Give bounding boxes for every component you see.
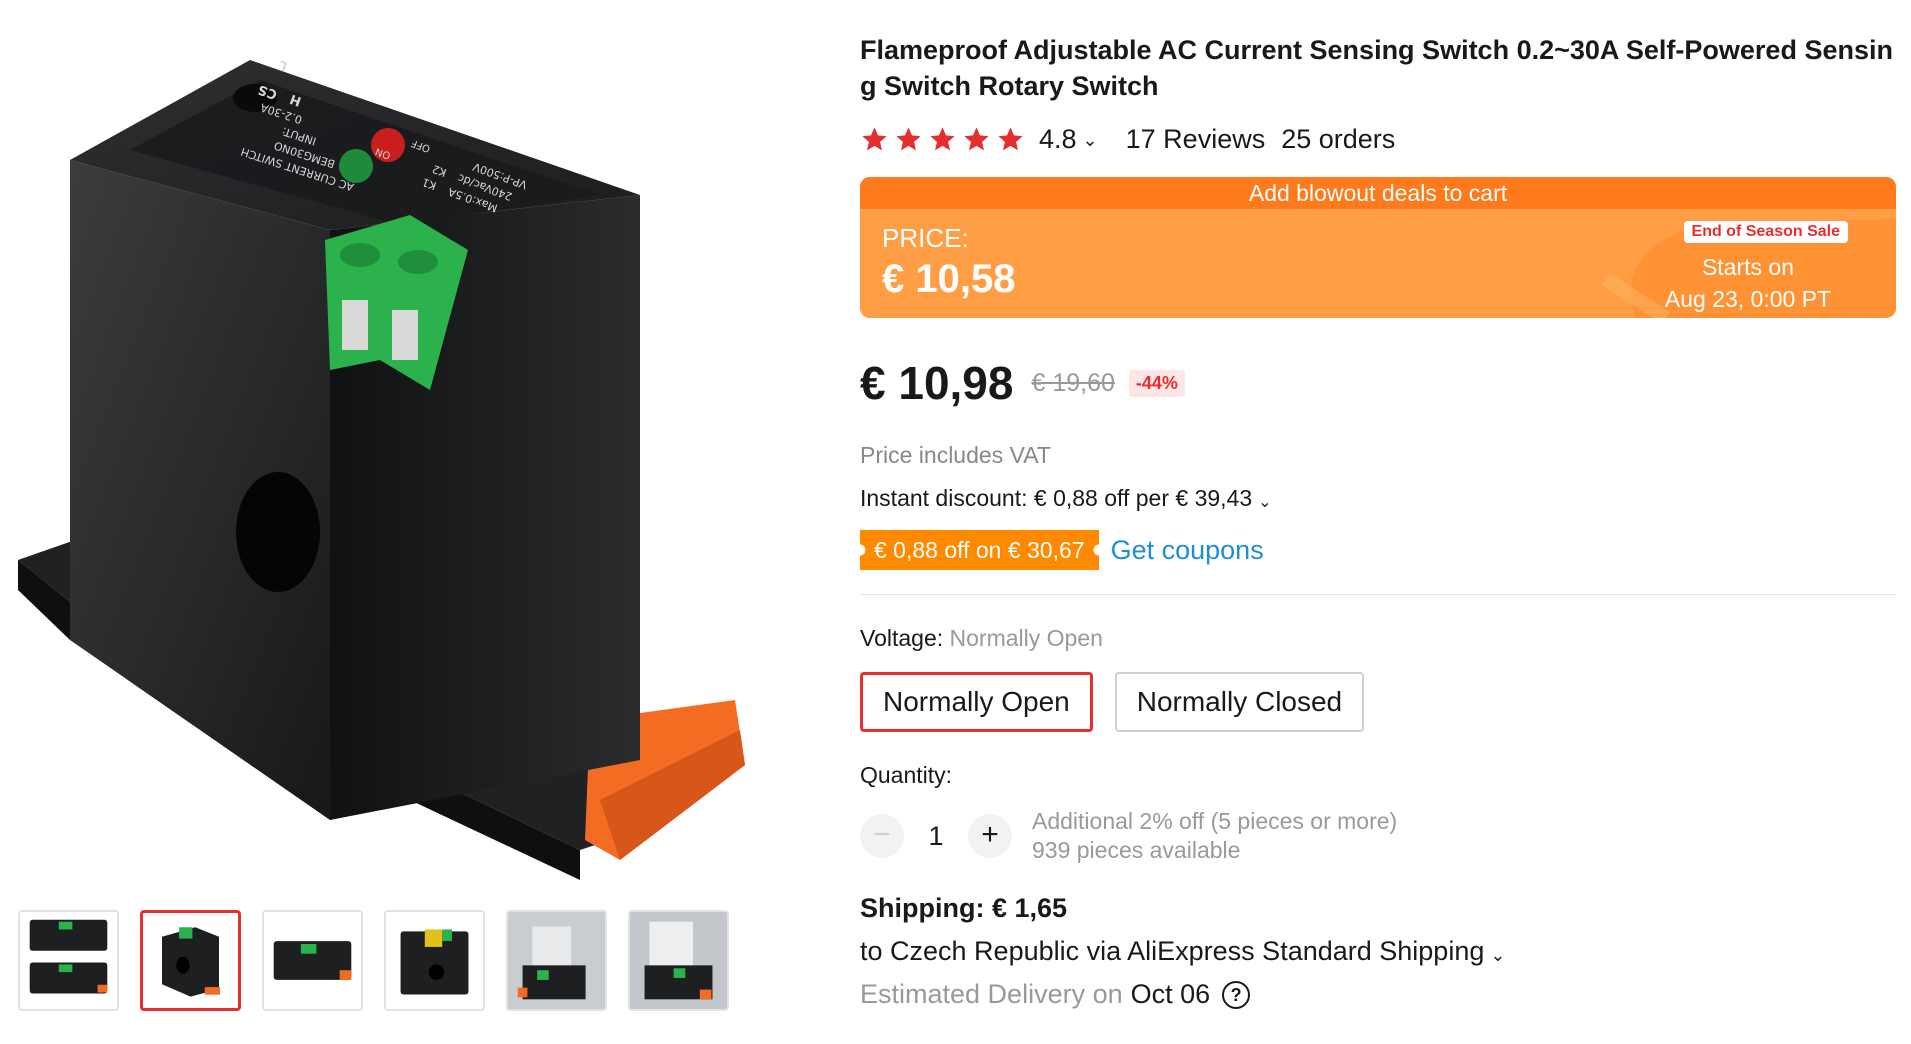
price-row: € 10,98 € 19,60 -44%: [860, 356, 1900, 410]
divider: [860, 594, 1896, 595]
sale-starts-label: Starts on: [1701, 254, 1795, 280]
discount-badge: -44%: [1128, 369, 1185, 397]
quantity-stepper: − 1 + Additional 2% off (5 pieces or mor…: [860, 807, 1900, 865]
chevron-down-icon[interactable]: ⌄: [1258, 494, 1271, 511]
estimated-delivery: Estimated Delivery on Oct 06 ?: [860, 979, 1900, 1010]
quantity-input[interactable]: 1: [904, 821, 968, 852]
estimated-delivery-label: Estimated Delivery on: [860, 979, 1123, 1009]
voltage-selected-value: Normally Open: [949, 625, 1103, 651]
coupon-tag[interactable]: € 0,88 off on € 30,67: [860, 530, 1099, 570]
thumbnail-4[interactable]: [384, 910, 485, 1011]
coupon-row: € 0,88 off on € 30,67 Get coupons: [860, 530, 1900, 570]
estimated-delivery-date: Oct 06: [1130, 979, 1211, 1009]
instant-discount-text: Instant discount: € 0,88 off per € 39,43: [860, 485, 1253, 511]
vat-note: Price includes VAT: [860, 442, 1051, 468]
rating-value[interactable]: 4.8: [1039, 124, 1077, 155]
thumbnail-3[interactable]: [262, 910, 363, 1011]
rating-row: 4.8 ⌄ 17 Reviews 25 orders: [860, 124, 1900, 155]
voltage-label-text: Voltage:: [860, 625, 944, 651]
voltage-options: Normally Open Normally Closed: [860, 672, 1900, 732]
star-rating[interactable]: [860, 125, 1025, 154]
star-icon: [998, 127, 1023, 151]
star-icon: [964, 127, 989, 151]
main-product-image[interactable]: AC CURRENT SWITCH BEMG30NO INPUT: 0.2-30…: [0, 0, 820, 880]
instant-discount[interactable]: Instant discount: € 0,88 off per € 39,43…: [860, 485, 1900, 512]
thumbnail-1[interactable]: [18, 910, 119, 1011]
voltage-label: Voltage: Normally Open: [860, 625, 1900, 652]
reviews-link[interactable]: 17 Reviews: [1126, 124, 1266, 155]
product-title: Flameproof Adjustable AC Current Sensing…: [860, 35, 1893, 101]
sale-starts-date: Aug 23, 0:00 PT: [1664, 286, 1832, 312]
star-icon: [896, 127, 921, 151]
shipping-cost: Shipping: € 1,65: [860, 893, 1068, 923]
quantity-notes: Additional 2% off (5 pieces or more) 939…: [1032, 807, 1397, 865]
star-icon: [930, 127, 955, 151]
star-icon: [862, 127, 887, 151]
thumbnail-5[interactable]: [506, 910, 607, 1011]
shipping-route-text: to Czech Republic via AliExpress Standar…: [860, 936, 1485, 966]
device-label-l: L: [277, 57, 290, 74]
current-price: € 10,98: [860, 357, 1014, 409]
chevron-down-icon[interactable]: ⌄: [1490, 945, 1505, 965]
product-info: Flameproof Adjustable AC Current Sensing…: [860, 32, 1900, 1010]
sale-start-time: Starts on Aug 23, 0:00 PT: [1648, 251, 1848, 315]
increase-quantity-button[interactable]: +: [968, 814, 1012, 858]
option-normally-closed[interactable]: Normally Closed: [1114, 672, 1365, 732]
option-normally-open[interactable]: Normally Open: [860, 672, 1093, 732]
stock-available: 939 pieces available: [1032, 837, 1241, 863]
sale-badge: End of Season Sale: [1683, 221, 1848, 243]
decrease-quantity-button[interactable]: −: [860, 814, 904, 858]
thumbnail-strip: [18, 910, 729, 1011]
bulk-discount-note: Additional 2% off (5 pieces or more): [1032, 808, 1398, 834]
quantity-label: Quantity:: [860, 762, 953, 788]
deal-price: € 10,58: [882, 257, 1016, 301]
deal-price-label: PRICE:: [882, 223, 969, 253]
shipping-route[interactable]: to Czech Republic via AliExpress Standar…: [860, 936, 1900, 967]
thumbnail-6[interactable]: [628, 910, 729, 1011]
orders-count: 25 orders: [1281, 124, 1396, 154]
chevron-down-icon[interactable]: ⌄: [1083, 130, 1098, 151]
thumbnail-2-selected[interactable]: [140, 910, 241, 1011]
help-circle-icon[interactable]: ?: [1222, 980, 1251, 1009]
original-price: € 19,60: [1031, 368, 1115, 397]
deal-banner[interactable]: Add blowout deals to cart PRICE: € 10,58…: [860, 177, 1896, 318]
deal-banner-title[interactable]: Add blowout deals to cart: [860, 177, 1896, 209]
get-coupons-link[interactable]: Get coupons: [1111, 535, 1264, 566]
